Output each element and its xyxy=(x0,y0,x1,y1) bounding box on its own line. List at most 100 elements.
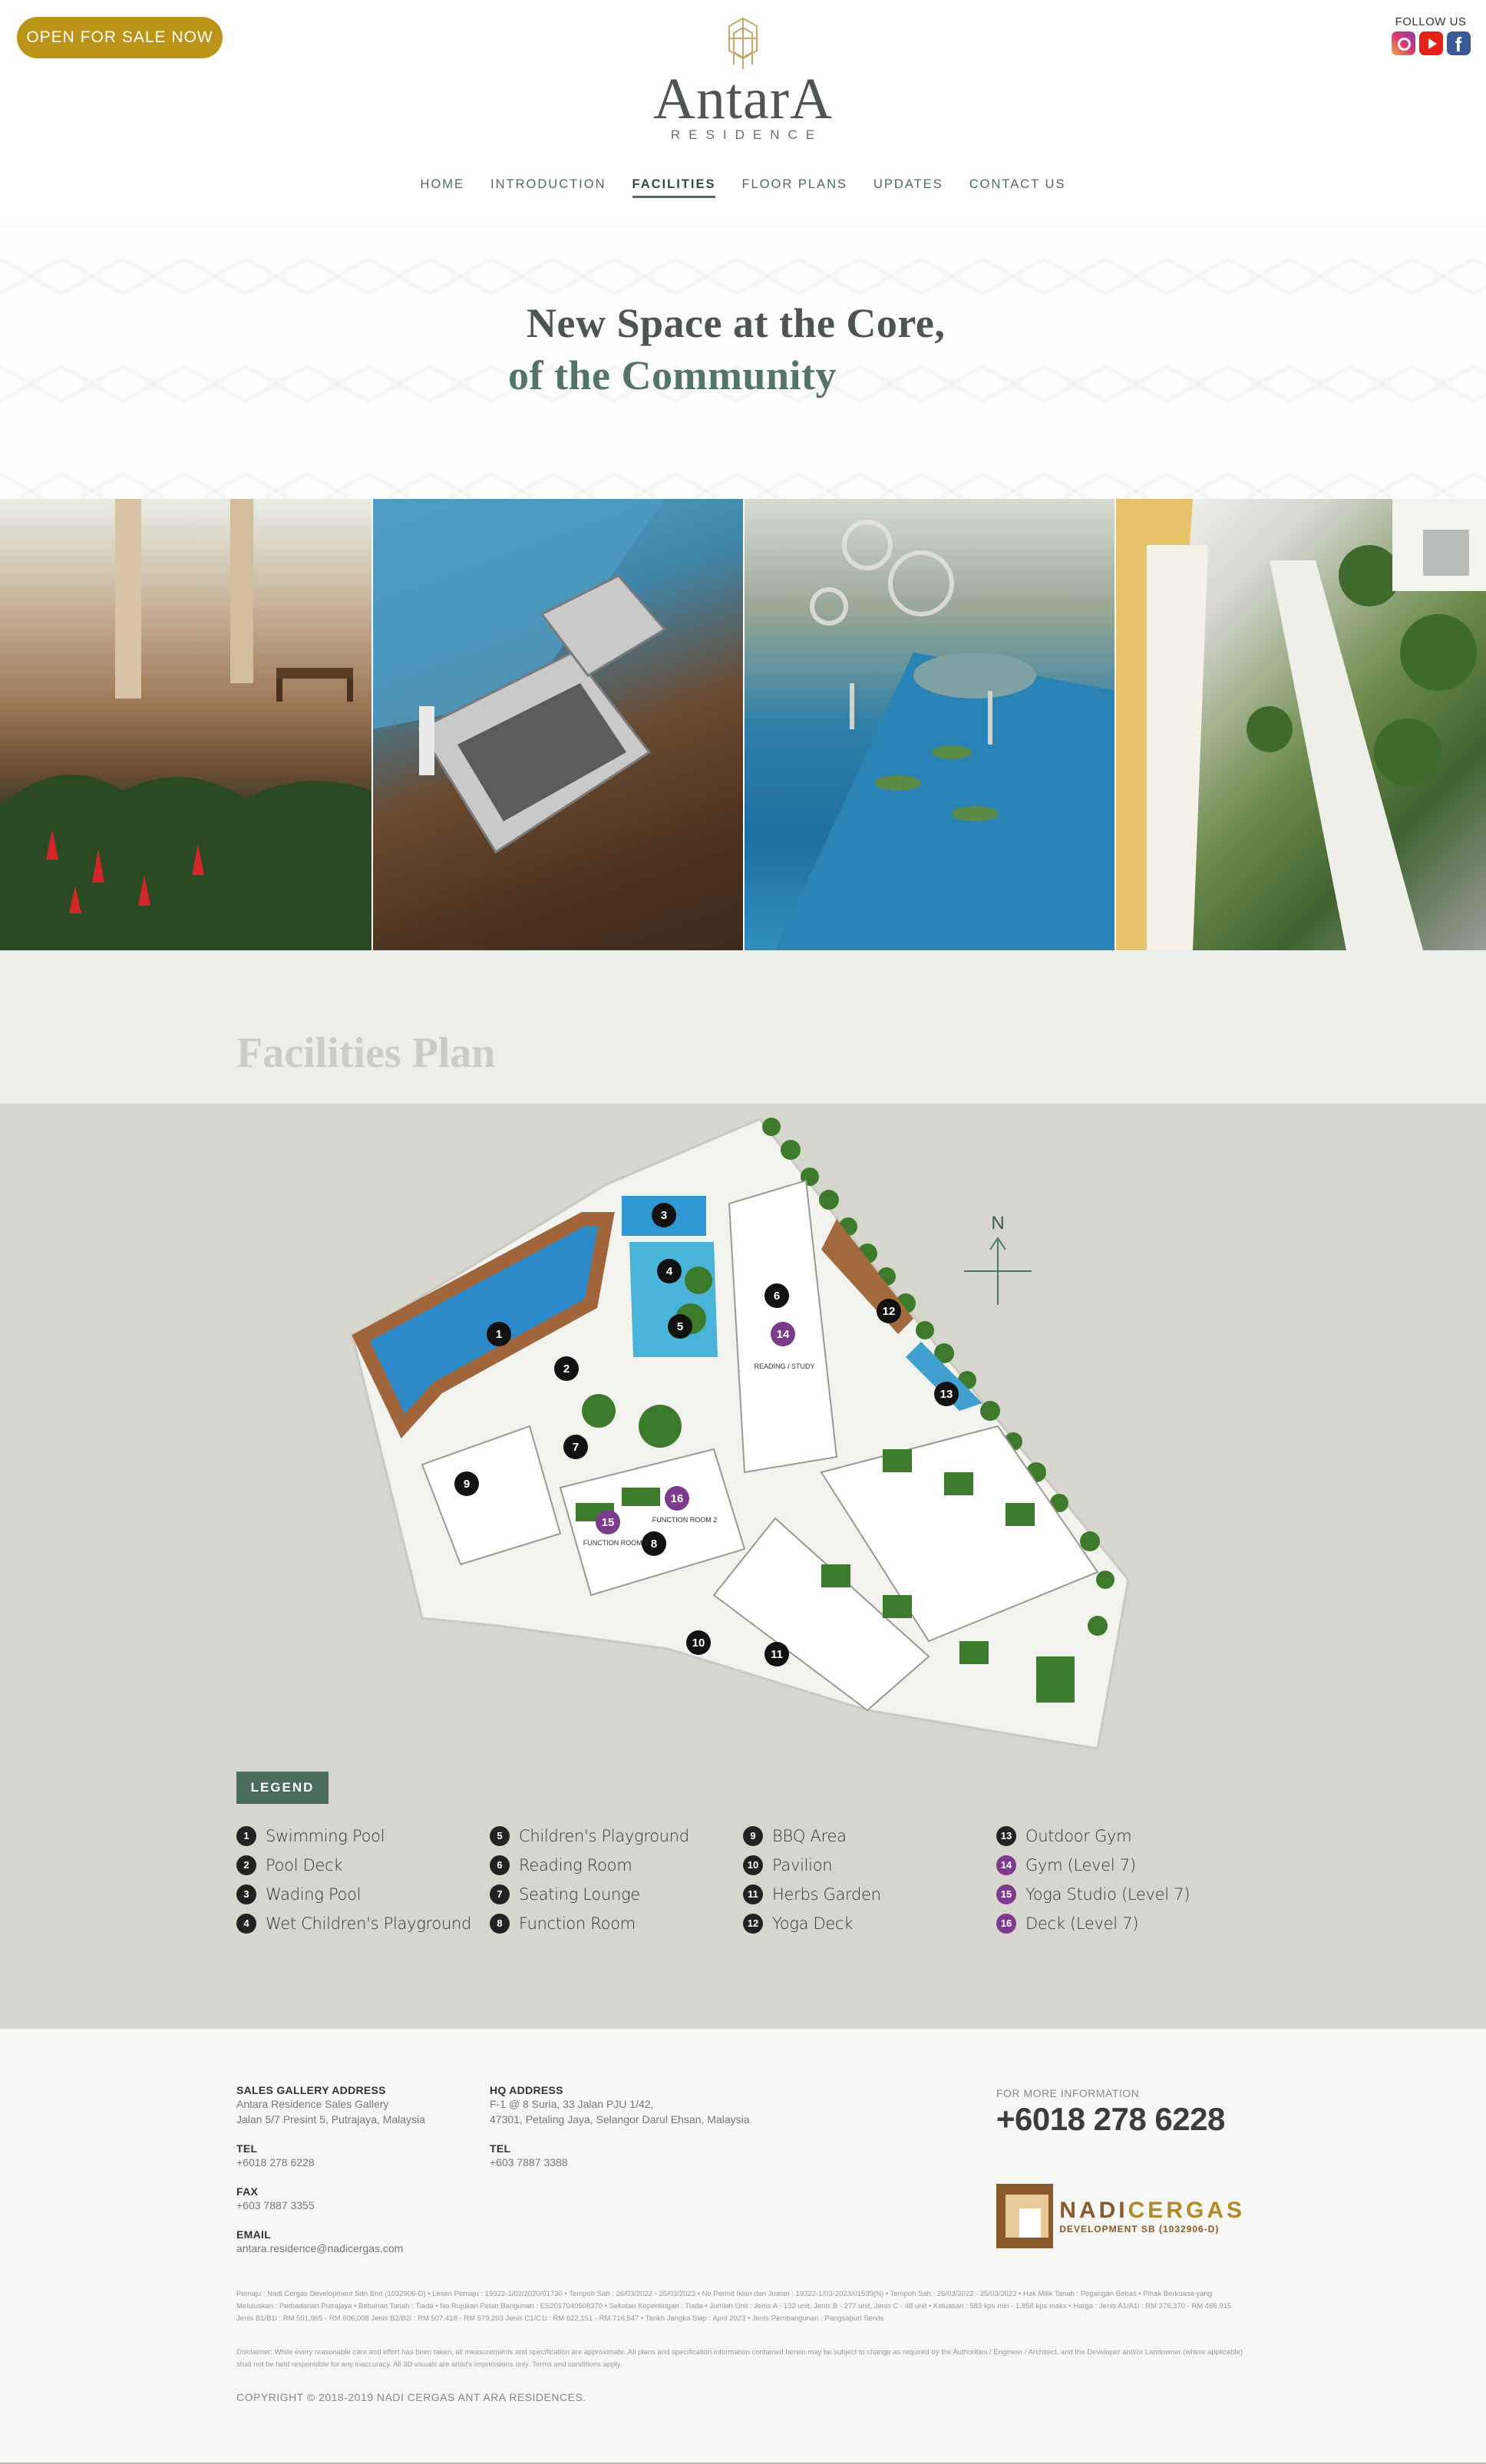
legend-label: Function Room xyxy=(519,1914,636,1933)
antara-logo[interactable]: AntarA RESIDENCE xyxy=(649,17,837,142)
svg-text:7: 7 xyxy=(573,1441,579,1454)
more-info: FOR MORE INFORMATION +6018 278 6228 xyxy=(996,2087,1225,2138)
svg-text:11: 11 xyxy=(771,1648,783,1661)
nav-home[interactable]: HOME xyxy=(408,175,478,198)
legend-label: Yoga Deck xyxy=(772,1914,854,1933)
legend-item: 9 BBQ Area xyxy=(743,1825,996,1847)
sales-tel-link[interactable]: +6018 278 6228 xyxy=(236,2155,482,2170)
legend-item: 7 Seating Lounge xyxy=(490,1884,743,1905)
hq-column: HQ ADDRESS F-1 @ 8 Suria, 33 Jalan PJU 1… xyxy=(490,2084,812,2170)
map-marker-13: 13 xyxy=(934,1382,959,1406)
nav-updates[interactable]: UPDATES xyxy=(860,175,956,198)
facebook-icon[interactable]: f xyxy=(1446,31,1471,56)
legend-item: 8 Function Room xyxy=(490,1913,743,1934)
hq-heading: HQ ADDRESS xyxy=(490,2084,563,2096)
regulatory-fine-print: Pemaju : Nadi Cergas Development Sdn Bhd… xyxy=(236,2290,1232,2323)
legend-number: 8 xyxy=(490,1914,510,1934)
legend-number: 3 xyxy=(236,1884,256,1904)
legend-label: Swimming Pool xyxy=(266,1827,385,1845)
legend-label: Pool Deck xyxy=(266,1856,343,1874)
svg-text:3: 3 xyxy=(661,1209,667,1222)
map-label-function-room-2: FUNCTION ROOM 2 xyxy=(652,1516,718,1524)
map-marker-9: 9 xyxy=(454,1471,479,1496)
legend-item: 15 Yoga Studio (Level 7) xyxy=(996,1884,1250,1905)
legend-item: 13 Outdoor Gym xyxy=(996,1825,1250,1847)
sales-tel-heading: TEL xyxy=(236,2142,258,2155)
developer-sub: DEVELOPMENT SB (1032906-D) xyxy=(1059,2224,1220,2234)
legend-label: Outdoor Gym xyxy=(1025,1827,1132,1845)
legend-label: Pavilion xyxy=(772,1856,833,1874)
logo-wordmark: AntarA xyxy=(653,67,833,131)
legend-item: 5 Children's Playground xyxy=(490,1825,743,1847)
svg-text:9: 9 xyxy=(464,1478,470,1491)
legend-number: 9 xyxy=(743,1826,763,1846)
legend-item: 3 Wading Pool xyxy=(236,1884,490,1905)
sales-gallery-heading: SALES GALLERY ADDRESS xyxy=(236,2084,386,2096)
map-marker-7: 7 xyxy=(563,1435,588,1459)
legend-number: 6 xyxy=(490,1855,510,1875)
hq-line1: F-1 @ 8 Suria, 33 Jalan PJU 1/42, xyxy=(490,2098,654,2110)
nav-facilities[interactable]: FACILITIES xyxy=(632,175,716,198)
legend-number: 10 xyxy=(743,1855,763,1875)
map-label-reading-study: READING / STUDY xyxy=(754,1362,814,1370)
email-link[interactable]: antara.residence@nadicergas.com xyxy=(236,2241,482,2256)
developer-name: NADICERGAS xyxy=(1059,2198,1245,2223)
youtube-icon[interactable] xyxy=(1418,31,1443,55)
gym-photo xyxy=(372,499,743,950)
facility-photo-strip xyxy=(0,499,1486,950)
legend-label: Seating Lounge xyxy=(519,1885,640,1904)
map-marker-1: 1 xyxy=(487,1322,511,1346)
site-header: OPEN FOR SALE NOW AntarA RESIDENCE FOLLO… xyxy=(0,0,1486,223)
legend-number: 15 xyxy=(996,1884,1016,1904)
fax-number: +603 7887 3355 xyxy=(236,2199,315,2211)
sales-gallery-line2: Jalan 5/7 Presint 5, Putrajaya, Malaysia xyxy=(236,2113,425,2125)
fax-heading: FAX xyxy=(236,2185,259,2198)
hero-heading-line2: of the Community xyxy=(508,352,837,398)
legend-number: 14 xyxy=(996,1855,1016,1875)
legend-label: BBQ Area xyxy=(772,1827,847,1845)
legend-item: 14 Gym (Level 7) xyxy=(996,1855,1250,1876)
map-marker-10: 10 xyxy=(686,1630,711,1655)
north-arrow-icon xyxy=(964,1237,1032,1305)
site-footer: SALES GALLERY ADDRESS Antara Residence S… xyxy=(0,2029,1486,2464)
tower-logo-icon xyxy=(728,17,758,69)
map-label-function-room-1: FUNCTION ROOM 1 xyxy=(583,1539,649,1547)
svg-text:15: 15 xyxy=(602,1516,615,1529)
legend-number: 11 xyxy=(743,1884,763,1904)
svg-text:4: 4 xyxy=(666,1265,673,1278)
map-marker-15: 15 xyxy=(596,1510,620,1534)
nav-introduction[interactable]: INTRODUCTION xyxy=(477,175,619,198)
main-nav: HOME INTRODUCTION FACILITIES FLOOR PLANS… xyxy=(0,175,1486,198)
map-marker-16: 16 xyxy=(665,1486,689,1511)
map-marker-12: 12 xyxy=(877,1299,901,1323)
nav-floor-plans[interactable]: FLOOR PLANS xyxy=(728,175,860,198)
map-marker-2: 2 xyxy=(554,1356,579,1381)
legend-number: 12 xyxy=(743,1914,763,1934)
instagram-icon[interactable] xyxy=(1391,31,1415,55)
map-marker-11: 11 xyxy=(764,1642,789,1666)
legend-number: 5 xyxy=(490,1826,510,1846)
nadi-cergas-logo[interactable]: NADICERGAS DEVELOPMENT SB (1032906-D) xyxy=(996,2184,1245,2248)
svg-text:10: 10 xyxy=(692,1637,705,1650)
site-plan-map: 1 2 3 4 5 6 7 8 9 10 11 12 13 14 15 16 R… xyxy=(352,1118,1130,1750)
landscape-walkway-photo xyxy=(1114,499,1486,950)
sales-gallery-column: SALES GALLERY ADDRESS Antara Residence S… xyxy=(236,2084,482,2256)
svg-text:1: 1 xyxy=(496,1328,502,1341)
legend-label: Herbs Garden xyxy=(772,1885,881,1904)
legend-item: 2 Pool Deck xyxy=(236,1855,490,1876)
hq-tel-link[interactable]: +603 7887 3388 xyxy=(490,2155,812,2170)
legend-number: 7 xyxy=(490,1884,510,1904)
facilities-plan-section: 1 2 3 4 5 6 7 8 9 10 11 12 13 14 15 16 R… xyxy=(0,1104,1486,2029)
legend-label: Gym (Level 7) xyxy=(1025,1856,1136,1874)
more-info-phone[interactable]: +6018 278 6228 xyxy=(996,2101,1225,2138)
north-label: N xyxy=(991,1213,1004,1234)
copyright-text: COPYRIGHT © 2018-2019 NADI CERGAS ANT AR… xyxy=(236,2391,586,2403)
open-for-sale-button[interactable]: OPEN FOR SALE NOW xyxy=(17,17,223,58)
nav-contact-us[interactable]: CONTACT US xyxy=(956,175,1079,198)
legend-number: 4 xyxy=(236,1914,256,1934)
hq-tel-heading: TEL xyxy=(490,2142,511,2155)
svg-text:12: 12 xyxy=(883,1305,896,1318)
water-feature-photo xyxy=(743,499,1114,950)
legend-label: Wet Children's Playground xyxy=(266,1914,471,1933)
logo-subtitle: RESIDENCE xyxy=(670,127,824,142)
